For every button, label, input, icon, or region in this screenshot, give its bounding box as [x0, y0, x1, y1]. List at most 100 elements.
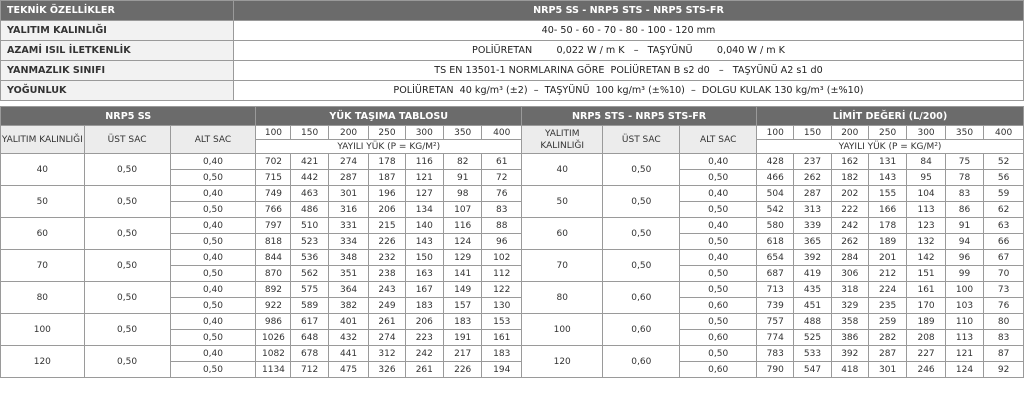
- left-bottom-sheet-cell: 0,40: [169, 281, 257, 298]
- right-span-header: 100: [756, 125, 795, 140]
- right-load-value: 178: [867, 217, 908, 234]
- right-load-value: 86: [944, 201, 985, 218]
- right-bottom-sheet-cell: 0,60: [679, 329, 758, 346]
- right-load-value: 757: [756, 313, 795, 330]
- right-load-value: 301: [867, 361, 908, 378]
- left-load-value: 72: [481, 169, 523, 186]
- right-load-value: 59: [983, 185, 1024, 202]
- left-load-value: 562: [290, 265, 329, 282]
- right-load-value: 121: [944, 345, 985, 362]
- right-top-sheet-cell: 0,50: [602, 185, 681, 218]
- left-load-value: 223: [404, 329, 445, 346]
- right-load-value: 100: [944, 281, 985, 298]
- right-load-value: 259: [867, 313, 908, 330]
- left-col-bottom: ALT SAC: [169, 125, 257, 154]
- right-load-value: 201: [867, 249, 908, 266]
- right-load-value: 525: [793, 329, 832, 346]
- left-load-value: 153: [481, 313, 523, 330]
- spec-table: TEKNİK ÖZELLİKLER NRP5 SS - NRP5 STS - N…: [0, 0, 1024, 101]
- left-load-value: 149: [442, 281, 483, 298]
- left-load-value: 112: [481, 265, 523, 282]
- left-load-value: 316: [327, 201, 370, 218]
- right-load-value: 386: [830, 329, 869, 346]
- left-load-value: 326: [368, 361, 406, 378]
- right-load-value: 262: [830, 233, 869, 250]
- right-product-title: NRP5 STS - NRP5 STS-FR: [521, 106, 758, 126]
- left-load-value: 61: [481, 153, 523, 170]
- left-thickness-cell: 120: [0, 345, 85, 378]
- spec-row: YANMAZLIK SINIFI TS EN 13501-1 NORMLARIN…: [0, 60, 1024, 81]
- right-bottom-sheet-cell: 0,50: [679, 169, 758, 186]
- left-load-value: 575: [290, 281, 329, 298]
- left-load-value: 183: [404, 297, 445, 314]
- left-load-value: 196: [368, 185, 406, 202]
- spec-row: YOĞUNLUK POLİÜRETAN 40 kg/m³ (±2) – TAŞY…: [0, 80, 1024, 101]
- left-load-value: 536: [290, 249, 329, 266]
- right-load-value: 103: [944, 297, 985, 314]
- spec-row-value: POLİÜRETAN 0,022 W / m K – TAŞYÜNÜ 0,040…: [233, 40, 1024, 61]
- left-col-thickness: YALITIM KALINLIĞI: [0, 125, 85, 154]
- right-load-value: 95: [906, 169, 946, 186]
- right-load-value: 73: [983, 281, 1024, 298]
- right-load-value: 392: [830, 345, 869, 362]
- right-load-value: 124: [944, 361, 985, 378]
- right-load-value: 687: [756, 265, 795, 282]
- left-span-header: 400: [481, 125, 523, 140]
- right-bottom-sheet-cell: 0,50: [679, 265, 758, 282]
- left-load-value: 167: [404, 281, 445, 298]
- left-load-value: 364: [327, 281, 370, 298]
- right-load-value: 618: [756, 233, 795, 250]
- right-load-value: 392: [793, 249, 832, 266]
- left-load-value: 421: [290, 153, 329, 170]
- right-load-value: 83: [944, 185, 985, 202]
- spec-header-row: TEKNİK ÖZELLİKLER NRP5 SS - NRP5 STS - N…: [0, 0, 1024, 21]
- left-load-value: 1026: [255, 329, 292, 346]
- right-load-value: 318: [830, 281, 869, 298]
- left-bottom-sheet-cell: 0,50: [169, 329, 257, 346]
- right-load-value: 222: [830, 201, 869, 218]
- left-load-value: 116: [442, 217, 483, 234]
- right-load-value: 435: [793, 281, 832, 298]
- right-bottom-sheet-cell: 0,50: [679, 281, 758, 298]
- right-bottom-sheet-cell: 0,40: [679, 249, 758, 266]
- left-load-value: 178: [368, 153, 406, 170]
- right-load-value: 224: [867, 281, 908, 298]
- right-load-value: 287: [867, 345, 908, 362]
- left-top-sheet-cell: 0,50: [83, 313, 171, 346]
- left-load-value: 129: [442, 249, 483, 266]
- right-load-value: 56: [983, 169, 1024, 186]
- right-span-header: 300: [906, 125, 946, 140]
- right-load-value: 104: [906, 185, 946, 202]
- right-thickness-cell: 60: [521, 217, 604, 250]
- right-load-value: 790: [756, 361, 795, 378]
- left-span-header: 250: [368, 125, 406, 140]
- left-load-value: 334: [327, 233, 370, 250]
- right-load-value: 654: [756, 249, 795, 266]
- table-row: 80 0,50 0,40 892 575 364 243 167 149 122 80 0,60 0,5…: [0, 281, 1024, 314]
- left-load-value: 749: [255, 185, 292, 202]
- right-load-value: 202: [830, 185, 869, 202]
- left-load-value: 238: [368, 265, 406, 282]
- left-load-value: 124: [442, 233, 483, 250]
- left-bottom-sheet-cell: 0,50: [169, 169, 257, 186]
- left-load-value: 194: [481, 361, 523, 378]
- right-span-header: 200: [830, 125, 869, 140]
- left-load-value: 986: [255, 313, 292, 330]
- left-load-value: 243: [368, 281, 406, 298]
- table-row: 70 0,50 0,40 844 536 348 232 150 129 102 70 0,50 0,4…: [0, 249, 1024, 282]
- right-load-value: 84: [906, 153, 946, 170]
- left-load-value: 401: [327, 313, 370, 330]
- left-span-header: 300: [404, 125, 445, 140]
- right-load-value: 428: [756, 153, 795, 170]
- left-load-value: 287: [327, 169, 370, 186]
- right-load-value: 189: [906, 313, 946, 330]
- left-load-value: 712: [290, 361, 329, 378]
- right-load-value: 78: [944, 169, 985, 186]
- table-row: 120 0,50 0,40 1082 678 441 312 242 217 183 120 0,60…: [0, 345, 1024, 378]
- right-load-value: 774: [756, 329, 795, 346]
- right-thickness-cell: 50: [521, 185, 604, 218]
- right-span-header: 350: [944, 125, 985, 140]
- left-bottom-sheet-cell: 0,40: [169, 217, 257, 234]
- left-load-value: 274: [368, 329, 406, 346]
- right-bottom-sheet-cell: 0,60: [679, 361, 758, 378]
